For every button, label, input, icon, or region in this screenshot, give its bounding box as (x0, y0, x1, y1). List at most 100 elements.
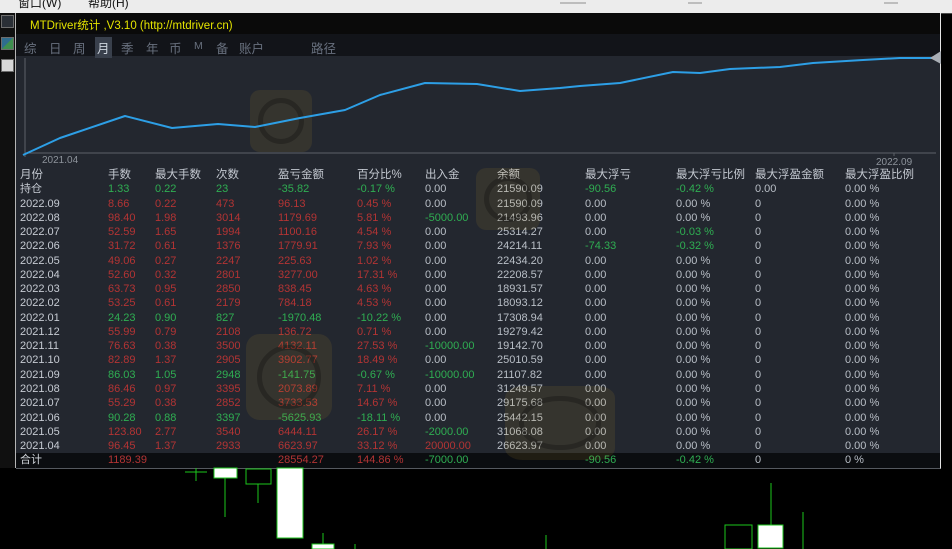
table-row: 合计 1189.39 28554.27 144.86 % -7000.00 -90.56 -… (16, 453, 940, 468)
value-cell: 96.45 (108, 440, 136, 453)
value-cell: 0 % (845, 454, 864, 467)
value-cell: 1779.91 (278, 240, 318, 253)
value-cell: 0.00 % (845, 340, 880, 353)
value-cell: 76.63 (108, 340, 136, 353)
value-cell: 98.40 (108, 211, 136, 224)
stats-toolbar: 综 日 周 月 季 年 币 M 备 账户 路径 (16, 34, 940, 58)
value-cell: 0.22 (155, 183, 177, 196)
menu-divider (688, 2, 702, 4)
month-cell: 2021.12 (20, 325, 60, 338)
month-cell: 合计 (20, 454, 42, 467)
value-cell: 53.25 (108, 297, 136, 310)
value-cell: 0.00 (585, 411, 607, 424)
table-row: 2021.04 96.45 1.37 2933 6623.97 33.12 % 20000.… (16, 439, 940, 453)
tab-week[interactable]: 周 (71, 37, 88, 58)
tab-note[interactable]: 备 (214, 37, 231, 58)
table-row: 2021.12 55.99 0.79 2108 136.72 0.71 % 0.00 1927… (16, 325, 940, 339)
value-cell: 1100.16 (278, 226, 317, 239)
value-cell: 17308.94 (497, 311, 543, 324)
value-cell: 3397 (216, 411, 241, 424)
value-cell: 86.46 (108, 382, 136, 395)
value-cell: 3500 (216, 340, 241, 353)
value-cell: 0.00 % (676, 425, 711, 438)
value-cell: 1179.69 (278, 211, 317, 224)
value-cell: 0.00 % (845, 311, 880, 324)
table-row: 2021.08 86.46 0.97 3395 2073.89 7.11 % 0.00 312… (16, 382, 940, 396)
value-cell: -2000.00 (425, 425, 469, 438)
column-header: 最大浮亏 (585, 169, 631, 181)
value-cell: 0 (755, 197, 762, 210)
tab-m[interactable]: M (192, 39, 205, 53)
value-cell: 0 (755, 226, 762, 239)
value-cell: 82.89 (108, 354, 136, 367)
value-cell: 0.00 (585, 311, 607, 324)
value-cell: 0.00 % (676, 297, 711, 310)
value-cell: 0.00 (425, 311, 447, 324)
menu-item-window[interactable]: 窗口(W) (18, 0, 61, 11)
value-cell: 2247 (216, 254, 241, 267)
value-cell: 784.18 (278, 297, 312, 310)
value-cell: 0 (755, 268, 762, 281)
value-cell: 31068.08 (497, 425, 543, 438)
value-cell: 144.86 % (357, 454, 404, 467)
value-cell: 136.72 (278, 325, 312, 338)
month-cell: 持仓 (20, 183, 42, 196)
value-cell: 23 (216, 183, 229, 196)
value-cell: 0.00 % (676, 397, 711, 410)
value-cell: 6444.11 (278, 425, 317, 438)
table-row: 2022.04 52.60 0.32 2801 3277.00 17.31 % 0.00 22… (16, 268, 940, 282)
tab-year[interactable]: 年 (144, 37, 161, 58)
month-cell: 2021.10 (20, 354, 60, 367)
value-cell: 52.59 (108, 226, 136, 239)
tab-summary[interactable]: 综 (22, 37, 39, 58)
image-tool-icon[interactable] (1, 37, 14, 50)
tab-quarter[interactable]: 季 (119, 37, 136, 58)
value-cell: 0.00 % (676, 311, 711, 324)
value-cell: 55.99 (108, 325, 136, 338)
month-cell: 2022.01 (20, 311, 60, 324)
value-cell: 25442.15 (497, 411, 543, 424)
tool-button-icon[interactable] (1, 15, 14, 28)
table-row: 2021.09 86.03 1.05 2948 -141.75 -0.67 % -10000… (16, 368, 940, 382)
tab-account[interactable]: 账户 (237, 37, 266, 58)
menu-item-help[interactable]: 帮助(H) (88, 0, 129, 11)
candlestick (213, 467, 238, 479)
value-cell: 0.00 % (676, 340, 711, 353)
value-cell: 3540 (216, 425, 241, 438)
value-cell: 3395 (216, 382, 241, 395)
table-row: 2022.06 31.72 0.61 1376 1779.91 7.93 % 0.00 242… (16, 239, 940, 253)
candlestick (311, 543, 335, 549)
value-cell: 0.00 (585, 325, 607, 338)
tab-day[interactable]: 日 (47, 37, 64, 58)
column-header: 最大手数 (155, 169, 201, 181)
tab-path[interactable]: 路径 (309, 37, 338, 58)
value-cell: 0.00 % (676, 382, 711, 395)
panel-title: MTDriver统计 ,V3.10 (http://mtdriver.cn) (30, 20, 233, 32)
value-cell: 0.00 (585, 440, 607, 453)
value-cell: 0.95 (155, 283, 177, 296)
value-cell: 0.97 (155, 382, 177, 395)
month-cell: 2022.09 (20, 197, 60, 210)
value-cell: 0.00 (585, 297, 607, 310)
value-cell: -141.75 (278, 368, 316, 381)
value-cell: -90.56 (585, 183, 617, 196)
month-cell: 2021.09 (20, 368, 60, 381)
value-cell: 22434.20 (497, 254, 543, 267)
value-cell: -10.22 % (357, 311, 402, 324)
check-tool-icon[interactable] (1, 59, 14, 72)
tab-currency[interactable]: 币 (167, 37, 184, 58)
table-row: 2022.09 8.66 0.22 473 96.13 0.45 % 0.00 21590.0… (16, 197, 940, 211)
value-cell: 0.00 % (845, 325, 880, 338)
value-cell: 0 (755, 354, 762, 367)
panel-titlebar[interactable]: MTDriver统计 ,V3.10 (http://mtdriver.cn) (16, 13, 940, 34)
value-cell: -0.32 % (676, 240, 714, 253)
value-cell: -5625.93 (278, 411, 322, 424)
value-cell: 0 (755, 411, 762, 424)
value-cell: 0.38 (155, 397, 177, 410)
tab-month[interactable]: 月 (95, 37, 112, 58)
value-cell: 123.80 (108, 425, 142, 438)
value-cell: 827 (216, 311, 235, 324)
value-cell: 0.00 % (845, 368, 880, 381)
value-cell: 0.00 % (845, 211, 880, 224)
value-cell: 0.90 (155, 311, 177, 324)
